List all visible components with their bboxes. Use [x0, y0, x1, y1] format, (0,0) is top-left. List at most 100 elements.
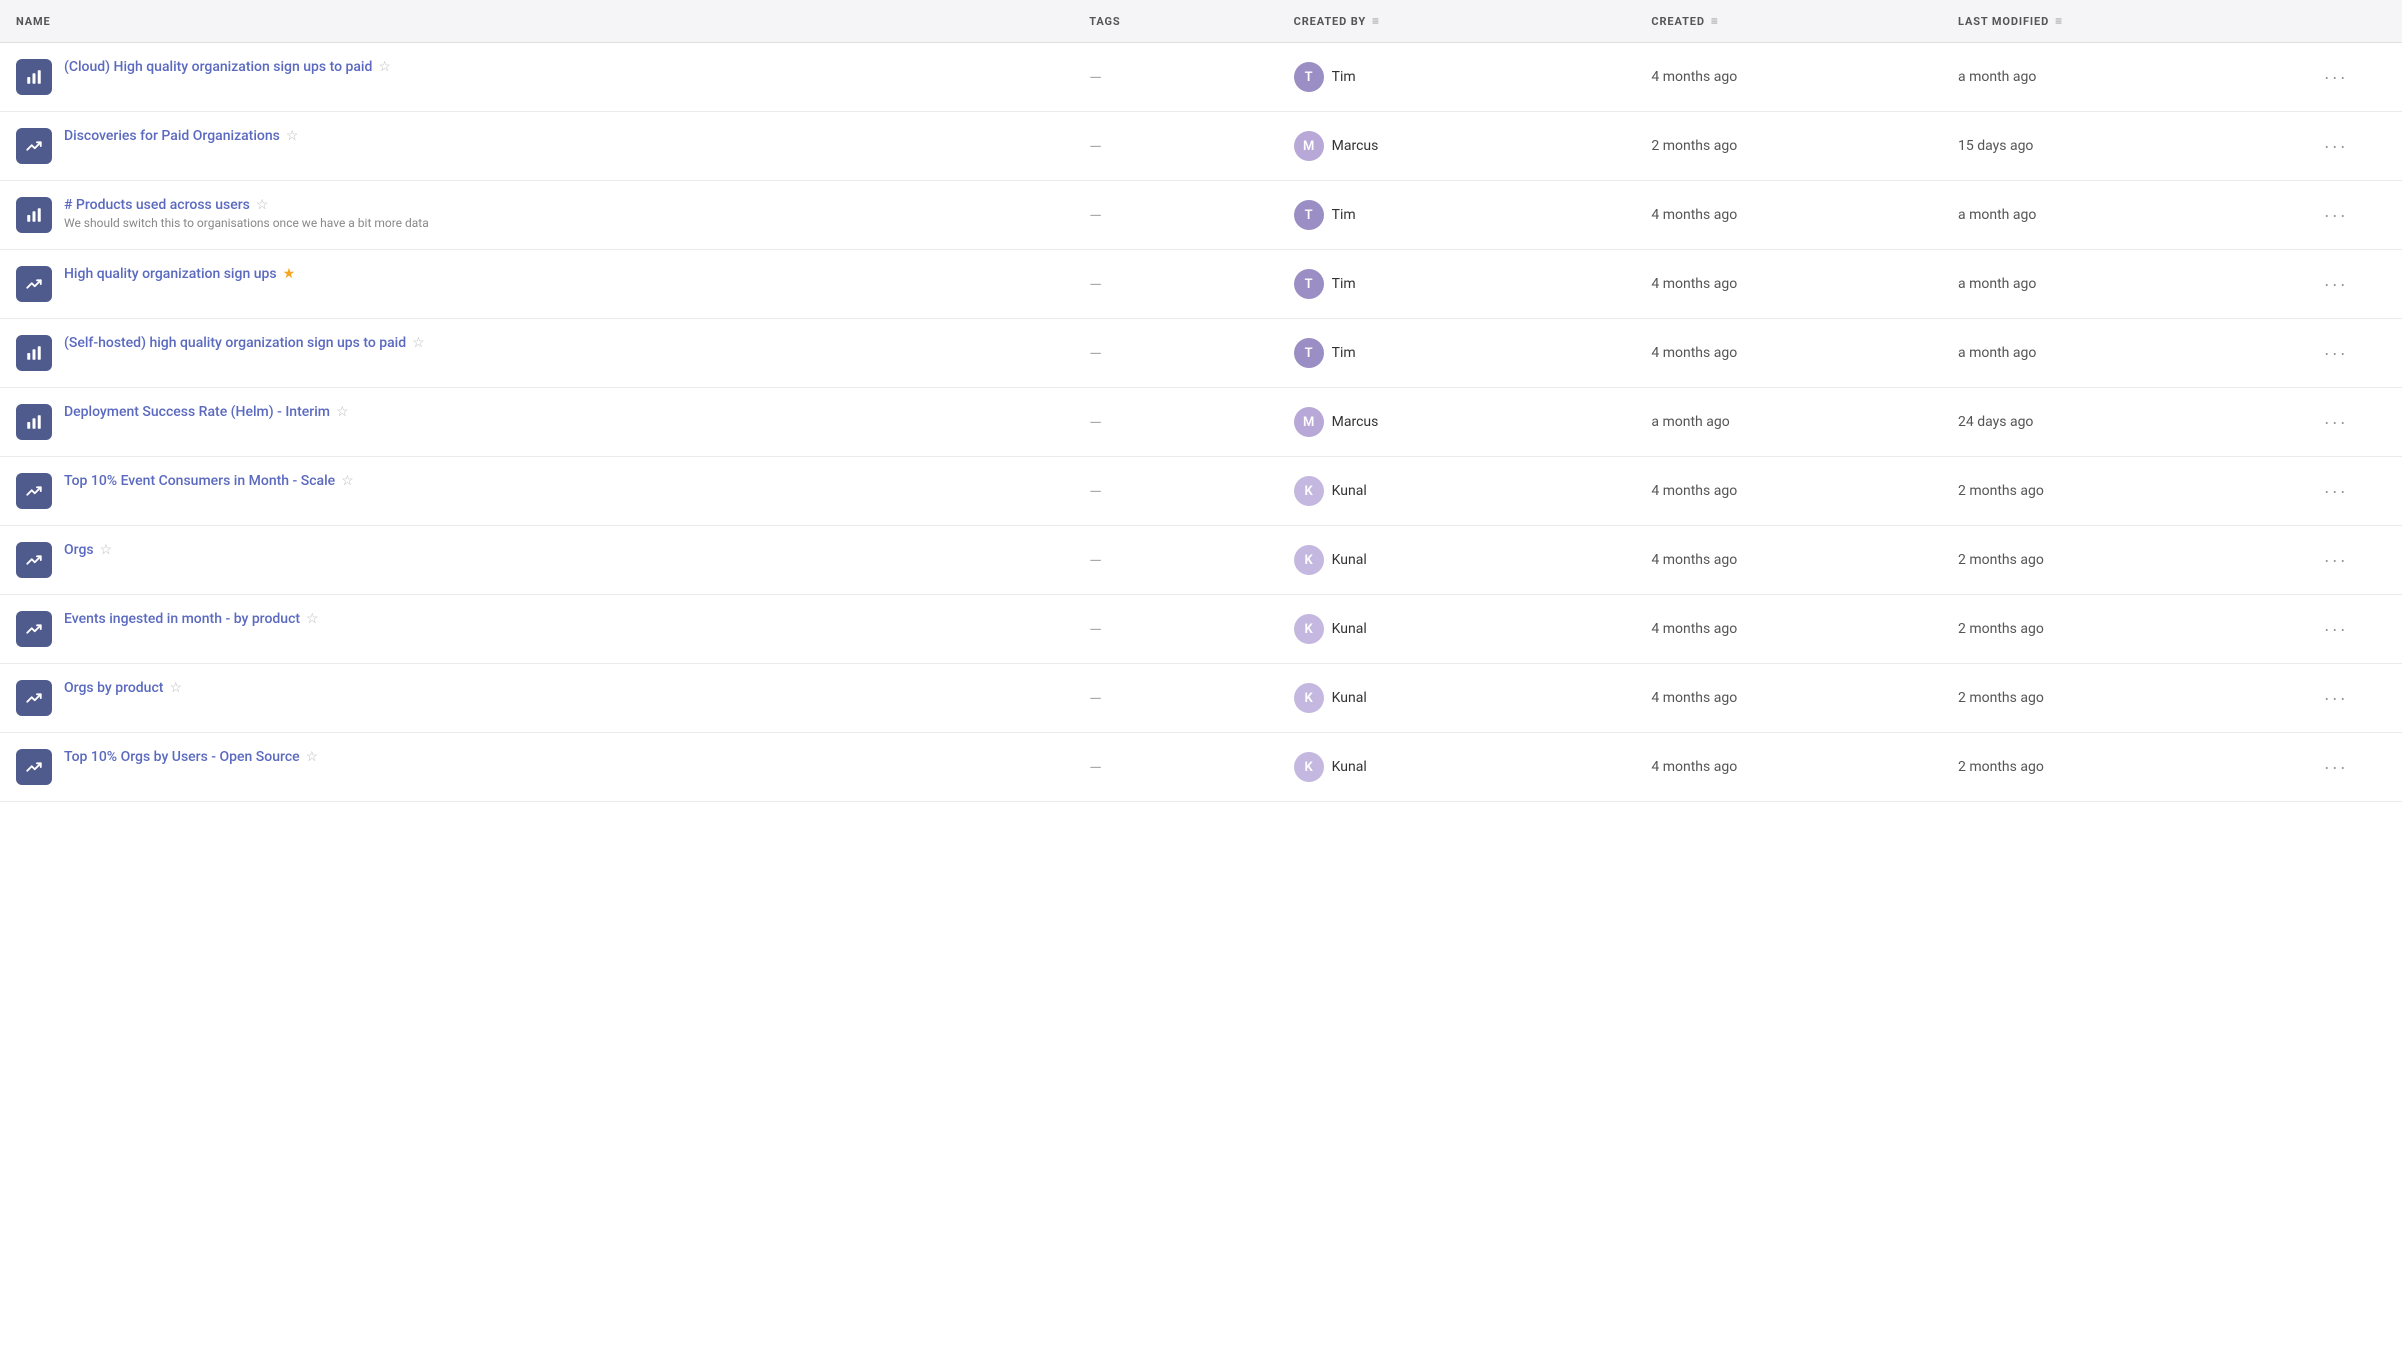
tags-value: — — [1089, 551, 1102, 570]
td-tags: — — [1073, 526, 1277, 595]
more-options-button[interactable]: ··· — [2316, 477, 2356, 506]
last-modified-date: a month ago — [1958, 345, 2036, 361]
star-filled-icon[interactable]: ★ — [283, 266, 296, 282]
td-name: Discoveries for Paid Organizations ☆ — [0, 112, 1073, 181]
table-row: (Self-hosted) high quality organization … — [0, 319, 2402, 388]
user-name: Tim — [1332, 345, 1356, 361]
table-header-row: NAME TAGS CREATED BY ≡ CREATED — [0, 0, 2402, 43]
star-empty-icon[interactable]: ☆ — [306, 611, 319, 627]
created-date: 4 months ago — [1651, 69, 1737, 85]
td-last-modified: 2 months ago — [1942, 733, 2300, 802]
created-filter-icon[interactable]: ≡ — [1711, 14, 1719, 28]
user-name: Kunal — [1332, 621, 1367, 637]
tags-value: — — [1089, 275, 1102, 294]
last-modified-date: 2 months ago — [1958, 759, 2044, 775]
td-last-modified: a month ago — [1942, 181, 2300, 250]
item-icon[interactable] — [16, 266, 52, 302]
item-title-link[interactable]: (Self-hosted) high quality organization … — [64, 335, 406, 351]
item-title-link[interactable]: High quality organization sign ups — [64, 266, 277, 282]
td-created: 4 months ago — [1635, 595, 1942, 664]
item-title-link[interactable]: Discoveries for Paid Organizations — [64, 128, 280, 144]
star-empty-icon[interactable]: ☆ — [336, 404, 349, 420]
item-title-link[interactable]: Events ingested in month - by product — [64, 611, 300, 627]
more-options-button[interactable]: ··· — [2316, 753, 2356, 782]
td-tags: — — [1073, 457, 1277, 526]
item-icon[interactable] — [16, 404, 52, 440]
table-row: Top 10% Event Consumers in Month - Scale… — [0, 457, 2402, 526]
star-empty-icon[interactable]: ☆ — [256, 197, 269, 213]
td-created-by: K Kunal — [1278, 526, 1636, 595]
td-tags: — — [1073, 733, 1277, 802]
item-icon[interactable] — [16, 473, 52, 509]
td-name: Orgs by product ☆ — [0, 664, 1073, 733]
avatar: T — [1294, 62, 1324, 92]
item-icon[interactable] — [16, 59, 52, 95]
td-created: 4 months ago — [1635, 181, 1942, 250]
item-title-link[interactable]: Deployment Success Rate (Helm) - Interim — [64, 404, 330, 420]
created-by-filter-icon[interactable]: ≡ — [1372, 14, 1380, 28]
td-last-modified: 2 months ago — [1942, 526, 2300, 595]
more-options-button[interactable]: ··· — [2316, 615, 2356, 644]
table-row: # Products used across users ☆ We should… — [0, 181, 2402, 250]
more-options-button[interactable]: ··· — [2316, 270, 2356, 299]
item-icon[interactable] — [16, 680, 52, 716]
td-created-by: K Kunal — [1278, 457, 1636, 526]
td-tags: — — [1073, 250, 1277, 319]
item-title-link[interactable]: Top 10% Event Consumers in Month - Scale — [64, 473, 335, 489]
td-created-by: K Kunal — [1278, 664, 1636, 733]
user-name: Kunal — [1332, 690, 1367, 706]
td-name: (Self-hosted) high quality organization … — [0, 319, 1073, 388]
col-header-created-by[interactable]: CREATED BY ≡ — [1278, 0, 1636, 43]
item-title-link[interactable]: Top 10% Orgs by Users - Open Source — [64, 749, 300, 765]
last-modified-filter-icon[interactable]: ≡ — [2055, 14, 2063, 28]
star-empty-icon[interactable]: ☆ — [306, 749, 319, 765]
td-tags: — — [1073, 181, 1277, 250]
item-title-link[interactable]: Orgs — [64, 542, 94, 558]
td-actions: ··· — [2300, 664, 2402, 733]
more-options-button[interactable]: ··· — [2316, 132, 2356, 161]
avatar: M — [1294, 407, 1324, 437]
td-actions: ··· — [2300, 595, 2402, 664]
item-title-link[interactable]: (Cloud) High quality organization sign u… — [64, 59, 372, 75]
user-name: Tim — [1332, 69, 1356, 85]
star-empty-icon[interactable]: ☆ — [286, 128, 299, 144]
col-header-created[interactable]: CREATED ≡ — [1635, 0, 1942, 43]
item-icon[interactable] — [16, 611, 52, 647]
item-icon[interactable] — [16, 749, 52, 785]
td-actions: ··· — [2300, 319, 2402, 388]
star-empty-icon[interactable]: ☆ — [169, 680, 182, 696]
more-options-button[interactable]: ··· — [2316, 684, 2356, 713]
more-options-button[interactable]: ··· — [2316, 339, 2356, 368]
item-title-link[interactable]: # Products used across users — [64, 197, 250, 213]
item-title-link[interactable]: Orgs by product — [64, 680, 163, 696]
table-row: Orgs ☆ — K Kunal 4 months ago 2 months a… — [0, 526, 2402, 595]
more-options-button[interactable]: ··· — [2316, 546, 2356, 575]
avatar: K — [1294, 476, 1324, 506]
last-modified-date: 2 months ago — [1958, 483, 2044, 499]
tags-value: — — [1089, 758, 1102, 777]
td-actions: ··· — [2300, 112, 2402, 181]
more-options-button[interactable]: ··· — [2316, 408, 2356, 437]
td-created-by: K Kunal — [1278, 733, 1636, 802]
star-empty-icon[interactable]: ☆ — [100, 542, 113, 558]
more-options-button[interactable]: ··· — [2316, 63, 2356, 92]
more-options-button[interactable]: ··· — [2316, 201, 2356, 230]
td-created-by: M Marcus — [1278, 112, 1636, 181]
item-icon[interactable] — [16, 542, 52, 578]
col-header-last-modified[interactable]: LAST MODIFIED ≡ — [1942, 0, 2300, 43]
item-icon[interactable] — [16, 335, 52, 371]
tags-value: — — [1089, 689, 1102, 708]
item-icon[interactable] — [16, 197, 52, 233]
created-date: 4 months ago — [1651, 759, 1737, 775]
avatar: M — [1294, 131, 1324, 161]
created-date: 2 months ago — [1651, 138, 1737, 154]
td-name: (Cloud) High quality organization sign u… — [0, 43, 1073, 112]
item-icon[interactable] — [16, 128, 52, 164]
star-empty-icon[interactable]: ☆ — [341, 473, 354, 489]
td-tags: — — [1073, 319, 1277, 388]
last-modified-date: 2 months ago — [1958, 552, 2044, 568]
star-empty-icon[interactable]: ☆ — [378, 59, 391, 75]
star-empty-icon[interactable]: ☆ — [412, 335, 425, 351]
last-modified-date: 24 days ago — [1958, 414, 2033, 430]
td-actions: ··· — [2300, 250, 2402, 319]
